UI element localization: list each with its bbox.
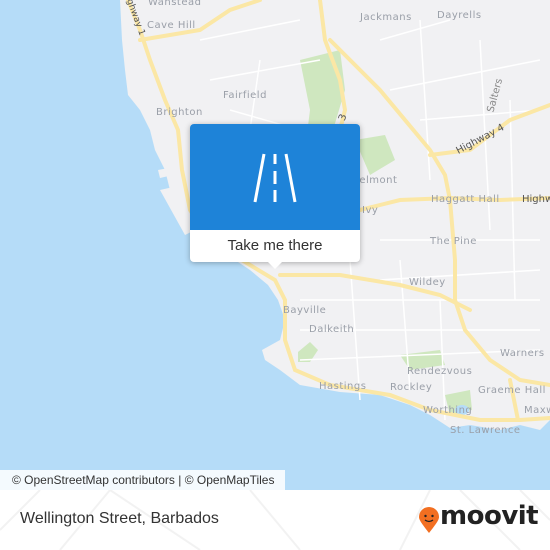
popup-pointer xyxy=(266,260,284,269)
place-label: Bayville xyxy=(283,305,327,316)
place-label: Jackmans xyxy=(360,12,412,23)
place-label: St. Lawrence xyxy=(450,425,521,436)
moovit-wordmark: moovit xyxy=(440,501,539,531)
moovit-logo: moovit xyxy=(418,501,539,535)
place-label: Graeme Hall xyxy=(478,385,546,396)
destination-popup[interactable]: Take me there xyxy=(190,124,360,269)
place-label: Warners xyxy=(500,348,545,359)
place-label: Rockley xyxy=(390,382,433,393)
place-label: Wanstead xyxy=(148,0,202,8)
road-label-highway: Highway xyxy=(522,194,550,205)
place-label: Wildey xyxy=(409,277,446,288)
map[interactable]: Wanstead Cave Hill Fairfield Brighton Ja… xyxy=(0,0,550,490)
location-title: Wellington Street, Barbados xyxy=(20,510,219,527)
road-icon xyxy=(253,153,297,203)
place-label: Dayrells xyxy=(437,10,482,21)
place-label: Cave Hill xyxy=(147,20,196,31)
place-label: Hastings xyxy=(319,381,367,392)
place-label: Worthing xyxy=(423,405,473,416)
moovit-pin-icon xyxy=(419,507,439,533)
place-label: Brighton xyxy=(156,107,203,118)
place-label: Fairfield xyxy=(223,90,267,101)
map-attribution[interactable]: © OpenStreetMap contributors | © OpenMap… xyxy=(0,470,286,490)
place-label: Rendezvous xyxy=(407,366,473,377)
take-me-there-button[interactable]: Take me there xyxy=(190,230,360,262)
popup-header xyxy=(190,124,360,230)
place-label: Dalkeith xyxy=(309,324,355,335)
place-label: Maxwell xyxy=(524,405,550,416)
place-label: Ivy xyxy=(362,205,379,216)
place-label: Haggatt Hall xyxy=(431,194,500,205)
place-label: The Pine xyxy=(430,236,477,247)
